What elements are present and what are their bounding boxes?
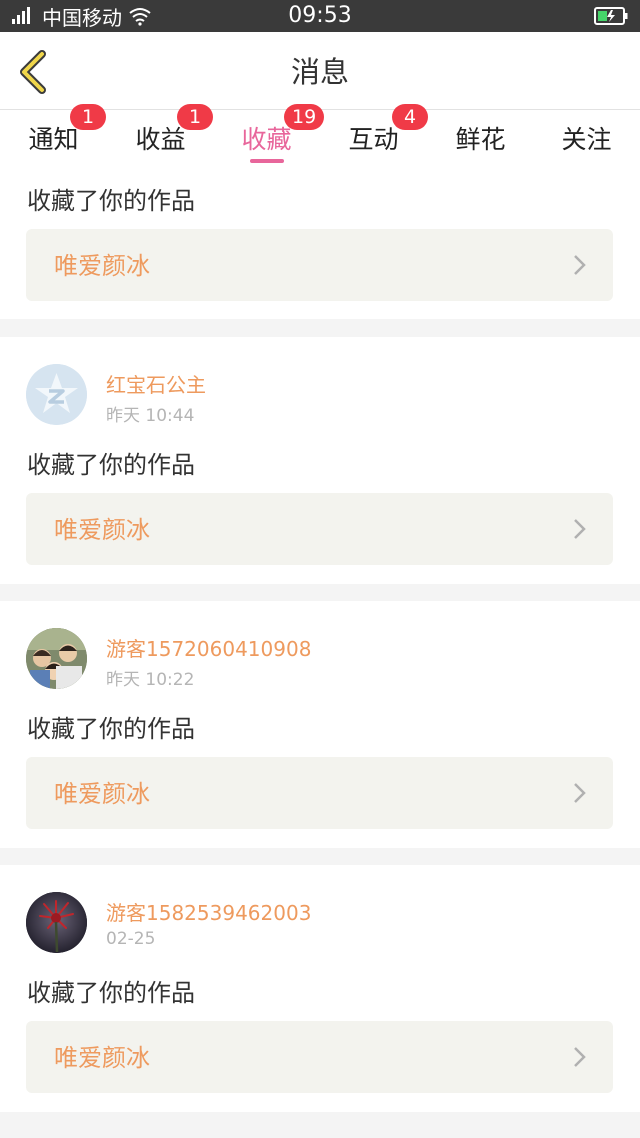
- page-title: 消息: [290, 55, 349, 89]
- tab-notifications[interactable]: 通知 1: [0, 104, 107, 172]
- action-text: 收藏了你的作品: [27, 979, 195, 1007]
- chevron-right-icon: [574, 783, 586, 803]
- tab-earnings[interactable]: 收益 1: [107, 104, 214, 172]
- chevron-right-icon: [574, 255, 586, 275]
- tab-badge: 1: [177, 104, 213, 130]
- user-photo-icon: [26, 628, 87, 689]
- status-bar: 中国移动 09:53: [0, 0, 640, 32]
- tab-badge: 19: [284, 104, 325, 130]
- work-title: 唯爱颜冰: [54, 1044, 150, 1072]
- tab-label: 关注: [561, 125, 612, 154]
- list-item: 收藏了你的作品 唯爱颜冰: [0, 172, 640, 319]
- work-link[interactable]: 唯爱颜冰: [26, 229, 613, 301]
- nav-header: 消息: [0, 32, 640, 110]
- work-title: 唯爱颜冰: [54, 780, 150, 808]
- tab-interactions[interactable]: 互动 4: [320, 104, 428, 172]
- work-link[interactable]: 唯爱颜冰: [26, 757, 613, 829]
- action-text: 收藏了你的作品: [27, 451, 195, 479]
- list-item: 游客1582539462003 02-25 收藏了你的作品 唯爱颜冰: [0, 865, 640, 1112]
- tab-flowers[interactable]: 鲜花: [427, 110, 534, 172]
- battery-icon: [594, 7, 628, 25]
- tab-favorites[interactable]: 收藏 19: [213, 104, 325, 172]
- chevron-right-icon: [574, 1047, 586, 1067]
- list-item: 红宝石公主 昨天 10:44 收藏了你的作品 唯爱颜冰: [0, 337, 640, 584]
- timestamp: 昨天 10:22: [106, 670, 195, 690]
- timestamp: 02-25: [106, 929, 156, 949]
- user-name[interactable]: 游客1572060410908: [106, 633, 311, 662]
- work-link[interactable]: 唯爱颜冰: [26, 1021, 613, 1093]
- active-tab-indicator: [250, 159, 284, 163]
- user-name[interactable]: 红宝石公主: [106, 369, 206, 398]
- default-avatar-icon: [26, 364, 87, 425]
- tab-bar: 通知 1 收益 1 收藏 19 互动 4 鲜花 关注: [0, 104, 640, 172]
- tab-badge: 4: [392, 104, 428, 130]
- status-time: 09:53: [288, 3, 352, 28]
- user-name[interactable]: 游客1582539462003: [106, 897, 311, 926]
- work-title: 唯爱颜冰: [54, 252, 150, 280]
- chevron-right-icon: [574, 519, 586, 539]
- tab-badge: 1: [70, 104, 106, 130]
- tab-follows[interactable]: 关注: [533, 110, 640, 172]
- avatar[interactable]: [26, 892, 87, 953]
- work-title: 唯爱颜冰: [54, 516, 150, 544]
- timestamp: 昨天 10:44: [106, 406, 195, 426]
- avatar[interactable]: [26, 628, 87, 689]
- tab-label: 鲜花: [455, 125, 506, 154]
- action-text: 收藏了你的作品: [27, 187, 195, 215]
- flower-avatar-icon: [26, 892, 87, 953]
- avatar[interactable]: [26, 364, 87, 425]
- work-link[interactable]: 唯爱颜冰: [26, 493, 613, 565]
- action-text: 收藏了你的作品: [27, 715, 195, 743]
- list-item: 游客1572060410908 昨天 10:22 收藏了你的作品 唯爱颜冰: [0, 601, 640, 848]
